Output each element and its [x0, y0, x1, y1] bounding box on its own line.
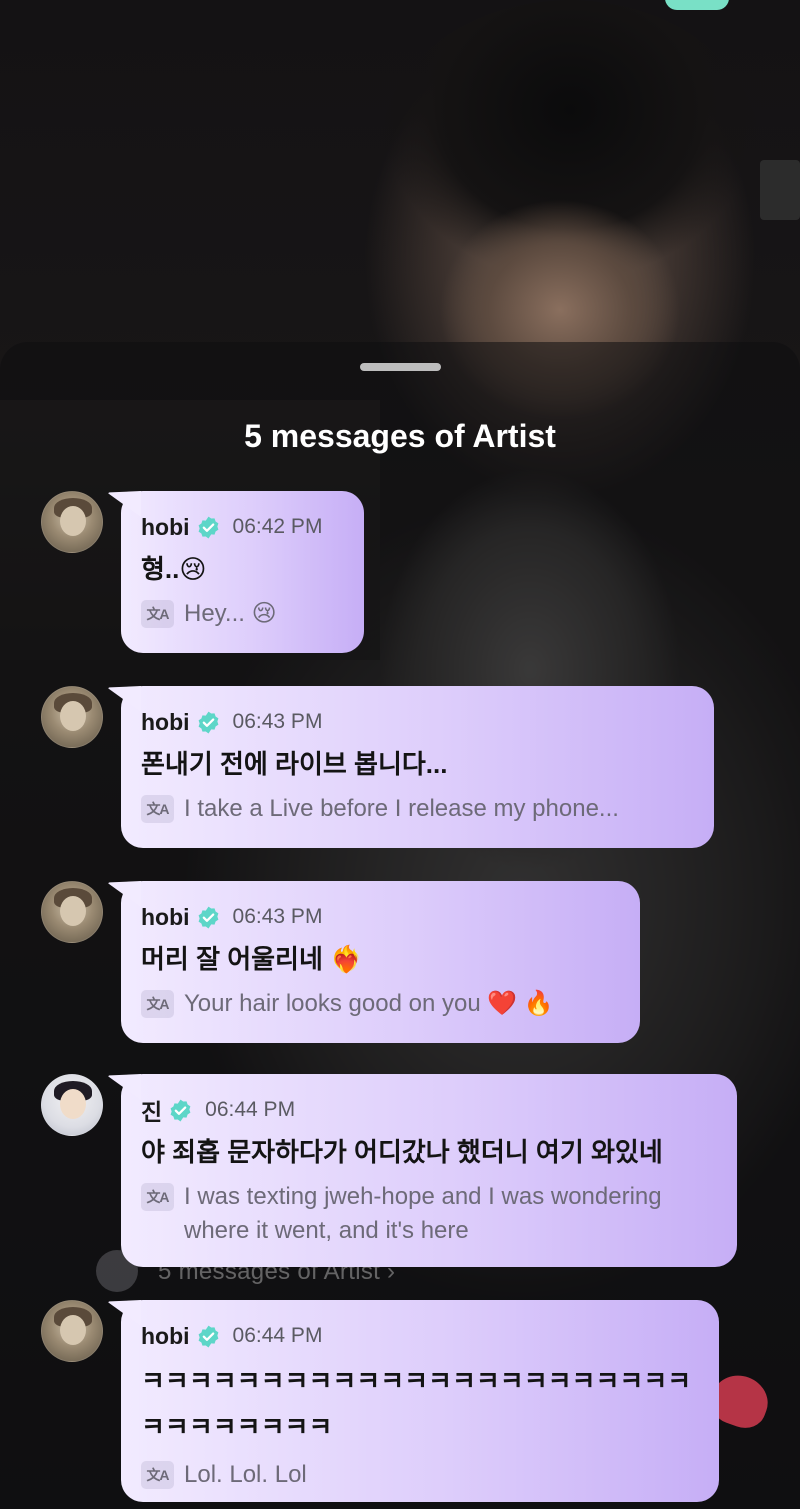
- message-text: ㅋㅋㅋㅋㅋㅋㅋㅋㅋㅋㅋㅋㅋㅋㅋㅋㅋㅋㅋㅋㅋㅋㅋㅋㅋㅋㅋㅋㅋㅋㅋ: [141, 1366, 692, 1442]
- avatar[interactable]: [41, 1300, 103, 1362]
- translate-icon: 文A: [141, 990, 174, 1018]
- message-translation: Hey... 😢: [184, 600, 277, 627]
- message-text: 야 죄홉 문자하다가 어디갔나 했더니 여기 와있네: [141, 1137, 663, 1167]
- message-time: 06:44 PM: [232, 1324, 323, 1347]
- translate-icon: 文A: [141, 1461, 174, 1489]
- sender-name: hobi: [141, 1322, 190, 1349]
- message-time: 06:43 PM: [232, 905, 323, 928]
- message-text: 형..😢: [141, 554, 207, 584]
- message-text: 머리 잘 어울리네 ❤️‍🔥: [141, 944, 363, 974]
- verified-badge-icon: [196, 515, 221, 540]
- message-translation: I take a Live before I release my phone.…: [184, 795, 619, 822]
- sender-name: 진: [141, 1099, 163, 1125]
- message-bubble[interactable]: 진 06:44 PM 야 죄홉 문자하다가 어디갔나 했더니 여기 와있네 文A…: [121, 1074, 737, 1267]
- background-sign: [760, 160, 800, 220]
- avatar[interactable]: [41, 1074, 103, 1136]
- message-bubble[interactable]: hobi 06:43 PM 머리 잘 어울리네 ❤️‍🔥 文A Your hai…: [121, 881, 640, 1043]
- translate-icon: 文A: [141, 600, 174, 628]
- sheet-drag-handle[interactable]: [360, 363, 441, 371]
- message-translation: Your hair looks good on you ❤️ 🔥: [184, 990, 554, 1017]
- translate-icon: 文A: [141, 795, 174, 823]
- message-time: 06:42 PM: [232, 515, 323, 538]
- message-time: 06:44 PM: [205, 1098, 296, 1121]
- verified-badge-icon: [196, 1324, 221, 1349]
- avatar[interactable]: [41, 491, 103, 553]
- sender-name: hobi: [141, 513, 190, 540]
- message-translation: I was texting jweh-hope and I was wonder…: [184, 1183, 662, 1244]
- message-text: 폰내기 전에 라이브 봅니다...: [141, 749, 448, 779]
- avatar[interactable]: [41, 686, 103, 748]
- message-time: 06:43 PM: [232, 710, 323, 733]
- avatar[interactable]: [41, 881, 103, 943]
- sender-name: hobi: [141, 708, 190, 735]
- verified-badge-icon: [196, 905, 221, 930]
- verified-badge-icon: [168, 1098, 193, 1123]
- message-bubble[interactable]: hobi 06:42 PM 형..😢 文A Hey... 😢: [121, 491, 364, 653]
- message-bubble[interactable]: hobi 06:43 PM 폰내기 전에 라이브 봅니다... 文A I tak…: [121, 686, 714, 848]
- top-decoration: [665, 0, 729, 10]
- message-bubble[interactable]: hobi 06:44 PM ㅋㅋㅋㅋㅋㅋㅋㅋㅋㅋㅋㅋㅋㅋㅋㅋㅋㅋㅋㅋㅋㅋㅋㅋㅋㅋ…: [121, 1300, 719, 1502]
- sender-name: hobi: [141, 903, 190, 930]
- message-translation: Lol. Lol. Lol: [184, 1461, 307, 1488]
- translate-icon: 文A: [141, 1183, 174, 1211]
- sheet-title: 5 messages of Artist: [244, 418, 556, 454]
- verified-badge-icon: [196, 710, 221, 735]
